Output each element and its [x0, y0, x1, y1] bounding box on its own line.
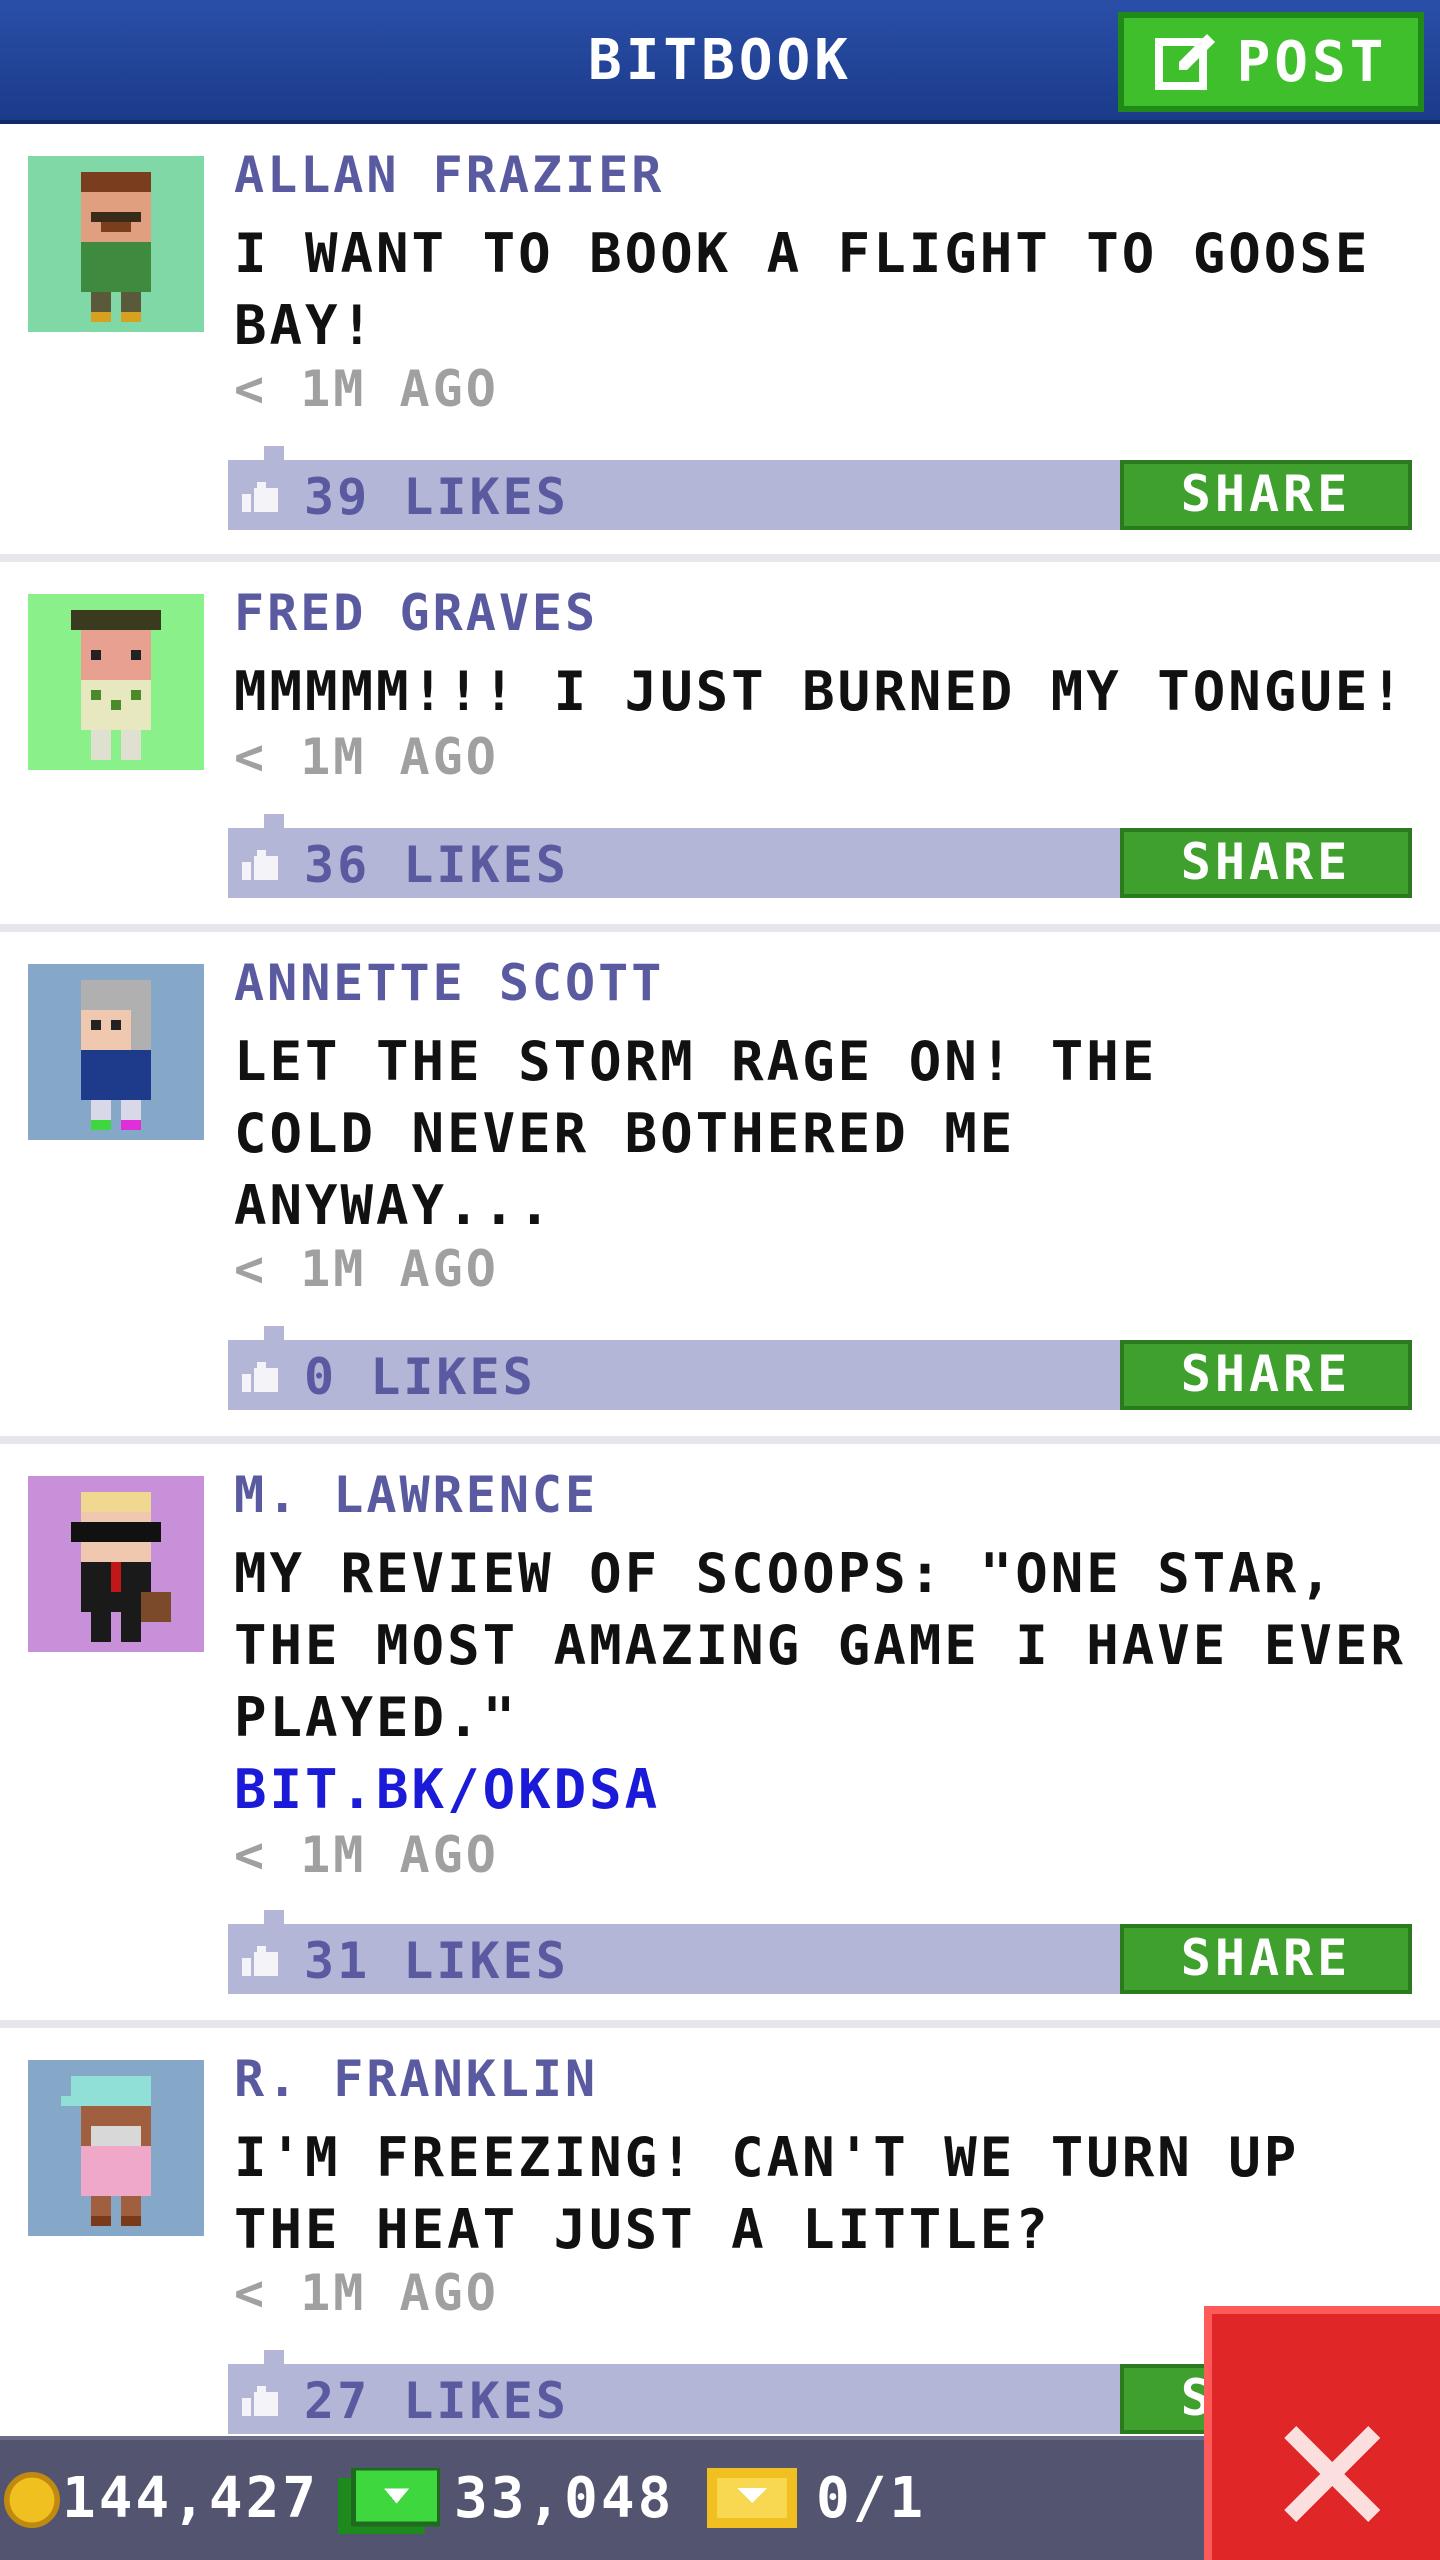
like-bar[interactable]: 36 LIKES SHARE: [228, 814, 1412, 898]
character-annette-icon: [81, 980, 151, 1130]
coins-value: 144,427: [62, 2466, 320, 2531]
avatar: [28, 156, 204, 332]
post-time: < 1M AGO: [234, 1240, 499, 1298]
likes-count: 36 LIKES: [304, 836, 569, 894]
post-time: < 1M AGO: [234, 360, 499, 418]
avatar: [28, 1476, 204, 1652]
character-allan-icon: [81, 172, 151, 322]
edit-square-icon: [1154, 34, 1215, 90]
post-button-label: POST: [1236, 29, 1388, 95]
bux-value: 33,048: [454, 2466, 675, 2531]
post-time: < 1M AGO: [234, 1826, 499, 1884]
share-button[interactable]: SHARE: [1120, 828, 1412, 898]
bitbook-screen: BITBOOK POST ALLAN FRAZIER I WANT TO BOO…: [0, 0, 1440, 2560]
character-fred-icon: [71, 610, 161, 760]
close-x-icon: [1284, 2426, 1380, 2522]
share-button[interactable]: SHARE: [1120, 1340, 1412, 1410]
likes-count: 0 LIKES: [304, 1348, 536, 1406]
post-item: ANNETTE SCOTT LET THE STORM RAGE ON! THE…: [0, 932, 1440, 1444]
post-link[interactable]: BIT.BK/OKDSA: [234, 1754, 1414, 1826]
post-author[interactable]: ANNETTE SCOTT: [234, 954, 664, 1012]
avatar: [28, 2060, 204, 2236]
thumbs-up-icon: [242, 2386, 278, 2416]
post-button[interactable]: POST: [1118, 12, 1424, 112]
avatar: [28, 594, 204, 770]
header-bar: BITBOOK POST: [0, 0, 1440, 124]
post-author[interactable]: FRED GRAVES: [234, 584, 598, 642]
post-author[interactable]: ALLAN FRAZIER: [234, 146, 664, 204]
thumbs-up-icon: [242, 482, 278, 512]
like-bar[interactable]: 39 LIKES SHARE: [228, 446, 1412, 530]
post-message: I'M FREEZING! CAN'T WE TURN UP THE HEAT …: [234, 2126, 1300, 2261]
thumbs-up-icon: [242, 1362, 278, 1392]
post-item: ALLAN FRAZIER I WANT TO BOOK A FLIGHT TO…: [0, 124, 1440, 562]
likes-count: 39 LIKES: [304, 468, 569, 526]
coin-icon: [4, 2472, 60, 2528]
golden-ticket-icon: [707, 2468, 797, 2528]
thumbs-up-icon: [242, 850, 278, 880]
share-button[interactable]: SHARE: [1120, 460, 1412, 530]
like-bar[interactable]: 0 LIKES SHARE: [228, 1326, 1412, 1410]
post-message: MY REVIEW OF SCOOPS: "ONE STAR, THE MOST…: [234, 1542, 1406, 1749]
character-franklin-icon: [61, 2076, 151, 2226]
thumbs-up-icon: [242, 1946, 278, 1976]
post-item: M. LAWRENCE MY REVIEW OF SCOOPS: "ONE ST…: [0, 1444, 1440, 2028]
post-author[interactable]: R. FRANKLIN: [234, 2050, 598, 2108]
post-item: FRED GRAVES MMMMM!!! I JUST BURNED MY TO…: [0, 562, 1440, 932]
like-bar[interactable]: 31 LIKES SHARE: [228, 1910, 1412, 1994]
share-button[interactable]: SHARE: [1120, 1924, 1412, 1994]
post-author[interactable]: M. LAWRENCE: [234, 1466, 598, 1524]
post-message: MMMMM!!! I JUST BURNED MY TONGUE!: [234, 660, 1406, 723]
post-time: < 1M AGO: [234, 2264, 499, 2322]
post-message: I WANT TO BOOK A FLIGHT TO GOOSE BAY!: [234, 222, 1371, 357]
likes-count: 31 LIKES: [304, 1932, 569, 1990]
character-lawrence-icon: [71, 1492, 171, 1642]
bux-cash-icon: [338, 2468, 440, 2534]
close-button[interactable]: [1204, 2306, 1440, 2560]
post-message: LET THE STORM RAGE ON! THE COLD NEVER BO…: [234, 1030, 1158, 1237]
tickets-value: 0/1: [816, 2466, 927, 2531]
post-time: < 1M AGO: [234, 728, 499, 786]
avatar: [28, 964, 204, 1140]
likes-count: 27 LIKES: [304, 2372, 569, 2430]
